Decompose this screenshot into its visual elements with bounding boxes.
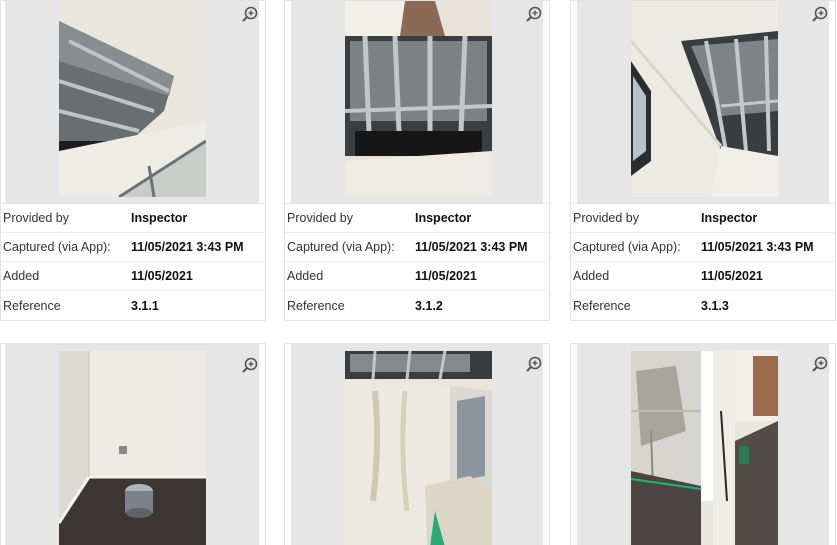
meta-value: 11/05/2021 3:43 PM: [701, 240, 814, 254]
photo-area: [5, 1, 259, 203]
meta-row-captured: Captured (via App): 11/05/2021 3:43 PM: [285, 233, 549, 262]
meta-row-reference: Reference 3.1.1: [1, 291, 265, 320]
photo-card: [570, 343, 836, 545]
photo-card: Provided by Inspector Captured (via App)…: [284, 0, 550, 321]
meta-value: 11/05/2021: [131, 269, 193, 283]
meta-value: Inspector: [131, 211, 188, 225]
zoom-in-icon[interactable]: [241, 356, 259, 374]
photo-thumbnail[interactable]: [59, 351, 206, 545]
meta-row-provided-by: Provided by Inspector: [571, 204, 835, 233]
photo-card: Provided by Inspector Captured (via App)…: [570, 0, 836, 321]
photo-metadata: Provided by Inspector Captured (via App)…: [1, 203, 265, 320]
zoom-in-icon[interactable]: [811, 355, 829, 373]
meta-value: 3.1.1: [131, 298, 159, 313]
meta-row-reference: Reference 3.1.3: [571, 291, 835, 320]
photo-metadata: Provided by Inspector Captured (via App)…: [285, 203, 549, 320]
meta-value: Inspector: [701, 211, 758, 225]
meta-row-added: Added 11/05/2021: [1, 262, 265, 291]
meta-label: Captured (via App):: [3, 240, 111, 254]
photo-card: [0, 343, 266, 545]
meta-label: Added: [573, 269, 610, 283]
photo-card: [284, 343, 550, 545]
photo-thumbnail[interactable]: [345, 351, 492, 545]
meta-row-captured: Captured (via App): 11/05/2021 3:43 PM: [571, 233, 835, 262]
meta-row-captured: Captured (via App): 11/05/2021 3:43 PM: [1, 233, 265, 262]
photo-area: [291, 344, 543, 545]
meta-label: Provided by: [573, 211, 640, 225]
meta-row-provided-by: Provided by Inspector: [285, 204, 549, 233]
meta-row-provided-by: Provided by Inspector: [1, 204, 265, 233]
photo-card: Provided by Inspector Captured (via App)…: [0, 0, 266, 321]
photo-thumbnail[interactable]: [345, 1, 492, 197]
meta-row-added: Added 11/05/2021: [571, 262, 835, 291]
meta-label: Captured (via App):: [287, 240, 395, 254]
meta-label: Added: [3, 269, 40, 283]
zoom-in-icon[interactable]: [811, 5, 829, 23]
meta-label: Provided by: [287, 211, 354, 225]
meta-value: 11/05/2021 3:43 PM: [415, 240, 528, 254]
photo-area: [5, 344, 259, 545]
meta-value: 3.1.3: [701, 298, 729, 313]
meta-label: Reference: [3, 298, 61, 313]
photo-area: [291, 1, 543, 203]
meta-value: 11/05/2021: [415, 269, 477, 283]
meta-row-added: Added 11/05/2021: [285, 262, 549, 291]
zoom-in-icon[interactable]: [241, 5, 259, 23]
meta-value: 11/05/2021 3:43 PM: [131, 240, 244, 254]
zoom-in-icon[interactable]: [525, 5, 543, 23]
meta-value: 3.1.2: [415, 298, 443, 313]
meta-label: Added: [287, 269, 324, 283]
meta-value: Inspector: [415, 211, 472, 225]
meta-value: 11/05/2021: [701, 269, 763, 283]
photo-area: [577, 344, 829, 545]
meta-label: Reference: [287, 298, 345, 313]
zoom-in-icon[interactable]: [525, 355, 543, 373]
photo-thumbnail[interactable]: [631, 1, 778, 197]
photo-area: [577, 1, 829, 203]
photo-thumbnail[interactable]: [59, 1, 206, 197]
photo-thumbnail[interactable]: [631, 351, 778, 545]
meta-label: Reference: [573, 298, 631, 313]
meta-row-reference: Reference 3.1.2: [285, 291, 549, 320]
meta-label: Provided by: [3, 211, 70, 225]
meta-label: Captured (via App):: [573, 240, 681, 254]
photo-metadata: Provided by Inspector Captured (via App)…: [571, 203, 835, 320]
